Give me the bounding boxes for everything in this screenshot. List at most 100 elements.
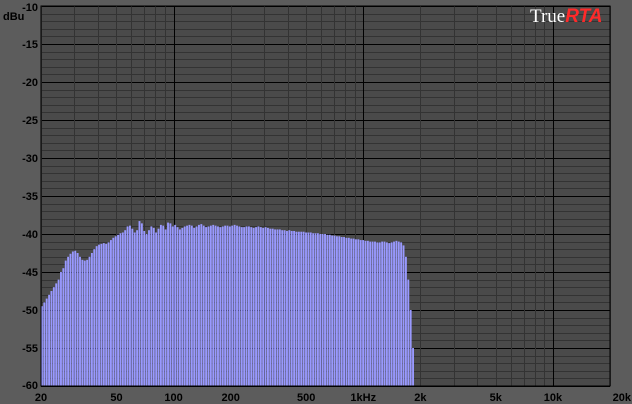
spectrum-bar [102,243,105,386]
spectrum-bar [136,230,139,386]
spectrum-bar [88,256,91,386]
y-tick-label: -50 [22,305,38,317]
x-tick-label: 1kHz [350,392,376,404]
spectrum-bar [55,283,58,386]
spectrum-bar [62,268,65,386]
spectrum-bar [79,256,81,386]
spectrum-bar [307,232,310,386]
spectrum-bar [131,228,134,386]
spectrum-bar [138,221,141,386]
spectrum-bar [362,240,365,386]
spectrum-bar [238,226,241,386]
spectrum-bar [278,229,281,386]
spectrum-bar [167,222,169,386]
spectrum-bar [312,233,315,386]
spectrum-bar [257,226,260,386]
spectrum-bar [314,233,317,386]
spectrum-bar [393,241,395,386]
spectrum-bar [240,227,243,386]
spectrum-bar [74,250,77,386]
spectrum-bar [148,230,150,386]
spectrum-bar [385,242,388,386]
spectrum-bar [293,230,296,386]
spectrum-bar [271,228,274,386]
spectrum-bar [400,242,403,386]
x-tick-label: 10k [544,392,563,404]
logo-rta-text: RTA [565,6,602,27]
spectrum-bar [207,226,210,386]
spectrum-bar [409,310,412,386]
y-tick-label: -15 [22,39,38,51]
spectrum-bar [343,237,346,386]
spectrum-bar [262,227,265,386]
x-tick-label: 100 [164,392,182,404]
spectrum-bar [145,234,148,386]
spectrum-bar [383,241,386,386]
spectrum-bar [288,230,291,386]
y-tick-label: -35 [22,191,38,203]
spectrum-bar [333,235,336,386]
y-axis-unit-label: dBu [3,11,24,23]
spectrum-bar [233,224,236,386]
spectrum-bar [183,226,186,386]
spectrum-bar [366,240,369,386]
spectrum-bar [126,226,129,386]
spectrum-bar [340,237,343,386]
spectrum-bar [50,291,53,386]
spectrum-bar [52,287,55,386]
spectrum-bar [164,229,167,386]
spectrum-bar [381,241,384,386]
spectrum-bar [214,225,217,386]
spectrum-bar [290,230,293,386]
spectrum-bar [295,231,298,386]
spectrum-bar [321,234,324,386]
spectrum-bar [45,298,48,386]
spectrum-bar [269,228,272,386]
spectrum-bar [188,224,191,386]
spectrum-bar [243,227,246,386]
spectrum-bar [228,226,231,386]
spectrum-bar [364,240,367,386]
spectrum-bar [186,225,188,386]
spectrum-bar [376,242,379,386]
spectrum-bar [162,225,165,386]
spectrum-bar [347,237,350,386]
spectrum-bar [407,279,410,386]
spectrum-bar [112,237,115,386]
spectrum-bar [412,348,414,386]
spectrum-bar [171,226,174,386]
x-tick-label: 5k [490,392,503,404]
spectrum-bar [395,240,398,386]
spectrum-bar [200,224,203,386]
spectrum-bar [331,235,334,386]
spectrum-bar [352,238,355,386]
logo-true-text: True [530,6,565,27]
spectrum-bar [378,242,381,386]
spectrum-bar [90,253,93,386]
spectrum-bar [190,225,193,386]
rta-spectrum-display: -10 -15 -20 -25 -30 -35 -40 -45 -50 -55 -60 20 50 10… [0,0,632,404]
spectrum-bar [117,234,120,386]
spectrum-bar [390,242,393,386]
x-tick-label: 20k [613,392,632,404]
spectrum-bar [259,227,262,386]
spectrum-bar [174,224,177,386]
spectrum-bar [267,227,269,386]
spectrum-bar [93,249,96,386]
spectrum-bar [143,230,146,386]
spectrum-bar [402,245,405,386]
spectrum-bar [121,232,124,386]
spectrum-bar [64,260,67,386]
spectrum-bar [357,239,360,386]
spectrum-bar [374,241,376,386]
spectrum-bar [105,243,108,386]
spectrum-bar [236,225,238,386]
spectrum-bar [255,227,257,386]
spectrum-bar [155,232,158,386]
spectrum-bar [345,237,348,386]
x-tick-label: 2k [414,392,427,404]
spectrum-bar [326,234,329,386]
spectrum-bar [286,230,288,386]
spectrum-bar [202,225,205,386]
spectrum-bar [397,241,400,386]
